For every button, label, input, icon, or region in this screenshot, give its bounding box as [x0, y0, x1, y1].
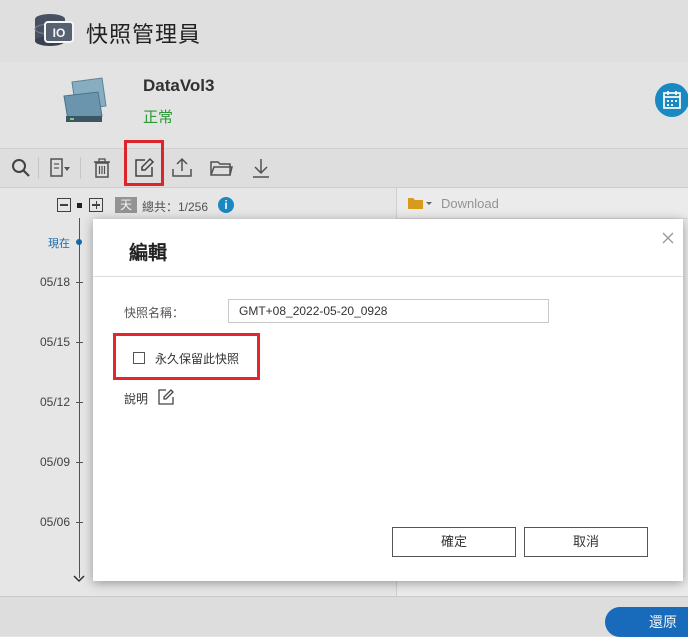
cancel-button[interactable]: 取消 — [524, 527, 648, 557]
snapshot-name-input[interactable]: GMT+08_2022-05-20_0928 — [228, 299, 549, 323]
edit-snapshot-dialog: 編輯 快照名稱： GMT+08_2022-05-20_0928 永久保留此快照 … — [93, 219, 683, 581]
snapshot-manager-window: IO 快照管理員 DataVol3 正常 天 總共：1/256 i 現在 05/… — [0, 0, 688, 637]
snapshot-name-label: 快照名稱： — [124, 306, 185, 320]
close-icon[interactable] — [660, 230, 676, 246]
description-label: 說明 — [124, 392, 149, 406]
dialog-title: 編輯 — [129, 243, 168, 264]
dialog-divider — [93, 276, 683, 277]
ok-button[interactable]: 確定 — [392, 527, 516, 557]
checkbox-highlight — [113, 333, 260, 380]
pencil-icon[interactable] — [157, 388, 175, 406]
